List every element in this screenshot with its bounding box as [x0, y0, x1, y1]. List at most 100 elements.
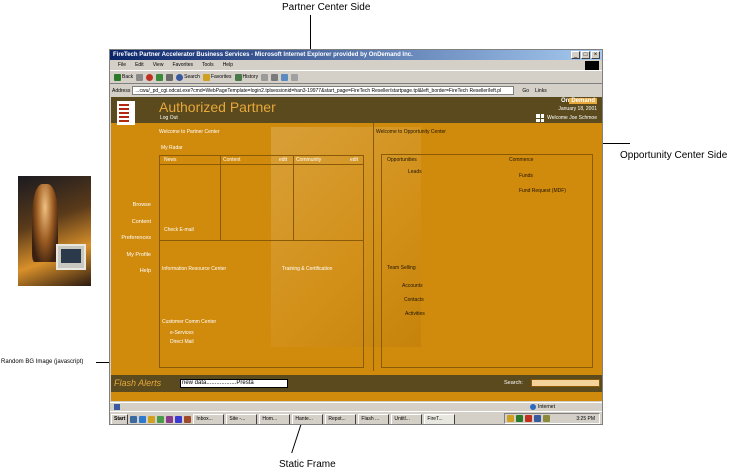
firetech-logo [117, 101, 135, 125]
window-controls: _ □ × [571, 51, 600, 59]
menu-view[interactable]: View [153, 60, 164, 70]
radar-mid-line [159, 240, 364, 241]
task-site[interactable]: Site -... [226, 413, 258, 424]
logout-link[interactable]: Log Out [160, 115, 178, 121]
tray-sync-icon[interactable] [543, 415, 550, 422]
quicklaunch-extra-icon[interactable] [175, 415, 183, 423]
close-icon[interactable]: × [591, 51, 600, 59]
back-button[interactable]: Back [114, 73, 133, 81]
forward-button[interactable] [136, 73, 144, 81]
quicklaunch-app-icon[interactable] [157, 415, 165, 423]
opportunity-panel [381, 154, 593, 368]
refresh-button[interactable] [156, 73, 164, 81]
radar-panel [159, 155, 364, 368]
system-tray: 3:25 PM [504, 413, 600, 424]
home-button[interactable] [166, 73, 174, 81]
discuss-button[interactable] [291, 73, 299, 81]
funds-link[interactable]: Funds [519, 173, 533, 179]
flash-ticker[interactable]: new data..................Presta [180, 379, 288, 388]
leads-link[interactable]: Leads [408, 169, 422, 175]
history-button[interactable]: History [234, 73, 258, 81]
print-icon [271, 73, 279, 81]
nav-my-profile[interactable]: My Profile [127, 252, 151, 258]
fund-request-link[interactable]: Fund Request (MDF) [519, 188, 566, 194]
person-at-computer-photo [18, 176, 91, 286]
back-arrow-icon [114, 73, 121, 81]
task-repst[interactable]: Repst... [325, 413, 357, 424]
quicklaunch-more-icon[interactable] [184, 415, 192, 423]
minimize-icon[interactable]: _ [571, 51, 580, 59]
tray-app-icon[interactable] [534, 415, 541, 422]
info-center-link[interactable]: Information Resource Center [162, 266, 226, 272]
forward-arrow-icon [136, 73, 144, 81]
favorites-icon [202, 73, 210, 81]
portal-page: Authorized Partner Log Out On Demand Janu… [111, 97, 602, 401]
training-link[interactable]: Training & Certification [282, 266, 332, 272]
stop-button[interactable] [146, 73, 154, 81]
quicklaunch-ie-icon[interactable] [139, 415, 147, 423]
activities-link[interactable]: Activities [405, 311, 425, 317]
content-edit-link[interactable]: edit [279, 157, 287, 163]
opportunity-welcome: Welcome to Opportunity Center [376, 129, 446, 135]
stop-icon [146, 73, 154, 81]
direct-mail-link[interactable]: Direct Mail [170, 339, 194, 345]
task-inbox[interactable]: Inbox... [193, 413, 225, 424]
customer-comm-link[interactable]: Customer Comm Center [162, 319, 216, 325]
task-flash[interactable]: Flash ... [358, 413, 390, 424]
eservices-link[interactable]: e-Services [170, 330, 194, 336]
quicklaunch-tool-icon[interactable] [166, 415, 174, 423]
search-button[interactable]: Search [176, 73, 200, 81]
tray-network-icon[interactable] [516, 415, 523, 422]
task-untitled[interactable]: Untitl... [391, 413, 423, 424]
links-button[interactable]: Links [535, 88, 547, 94]
discuss-icon [291, 73, 299, 81]
menu-favorites[interactable]: Favorites [172, 60, 193, 70]
menu-file[interactable]: File [118, 60, 126, 70]
menu-tools[interactable]: Tools [202, 60, 214, 70]
brand-title: Authorized Partner [159, 99, 276, 115]
maximize-icon[interactable]: □ [581, 51, 590, 59]
address-label: Address [112, 87, 131, 94]
print-button[interactable] [271, 73, 279, 81]
accounts-link[interactable]: Accounts [402, 283, 423, 289]
address-input[interactable]: ...cwu/_pd_cgi.odcat.exe?cmd=WebPageTemp… [132, 86, 515, 95]
grid-icon[interactable] [536, 114, 545, 122]
news-header: News [164, 157, 177, 163]
contacts-link[interactable]: Contacts [404, 297, 424, 303]
nav-preferences[interactable]: Preferences [121, 235, 151, 241]
window-title: FireTech Partner Accelerator Business Se… [110, 50, 602, 60]
radar-col-1 [220, 155, 221, 241]
annotation-random-bg: Random BG Image (javascript) [1, 359, 84, 365]
go-button[interactable]: Go [522, 88, 529, 94]
check-email-link[interactable]: Check E-mail [164, 227, 194, 233]
task-hante[interactable]: Hante... [292, 413, 324, 424]
tray-volume-icon[interactable] [507, 415, 514, 422]
menu-edit[interactable]: Edit [135, 60, 144, 70]
nav-help[interactable]: Help [140, 268, 151, 274]
nav-content[interactable]: Content [132, 219, 151, 225]
tray-antivirus-icon[interactable] [525, 415, 532, 422]
tray-clock: 3:25 PM [576, 416, 595, 422]
content-header: Content [223, 157, 241, 163]
address-bar: Address ...cwu/_pd_cgi.odcat.exe?cmd=Web… [110, 85, 602, 96]
flash-alerts-bar: Flash Alerts new data..................P… [111, 375, 602, 392]
page-status-icon [114, 404, 120, 410]
favorites-button[interactable]: Favorites [202, 73, 232, 81]
edit-button[interactable] [281, 73, 289, 81]
radar-header-line [159, 164, 364, 165]
nav-browse[interactable]: Browse [133, 202, 151, 208]
start-button[interactable]: Start [111, 413, 129, 424]
quicklaunch-outlook-icon[interactable] [148, 415, 156, 423]
menu-help[interactable]: Help [223, 60, 233, 70]
radar-col-2 [293, 155, 294, 241]
task-home[interactable]: Hom... [259, 413, 291, 424]
search-input[interactable] [531, 379, 600, 387]
welcome-user: Welcome Joe Schmoe [536, 114, 597, 122]
task-firetech[interactable]: FireT... [424, 413, 456, 424]
quicklaunch-desktop-icon[interactable] [130, 415, 138, 423]
browser-window: FireTech Partner Accelerator Business Se… [109, 49, 603, 425]
community-edit-link[interactable]: edit [350, 157, 358, 163]
annotation-partner-center: Partner Center Side [282, 2, 371, 13]
mail-button[interactable] [261, 73, 269, 81]
flash-alerts-label: Flash Alerts [114, 378, 162, 388]
